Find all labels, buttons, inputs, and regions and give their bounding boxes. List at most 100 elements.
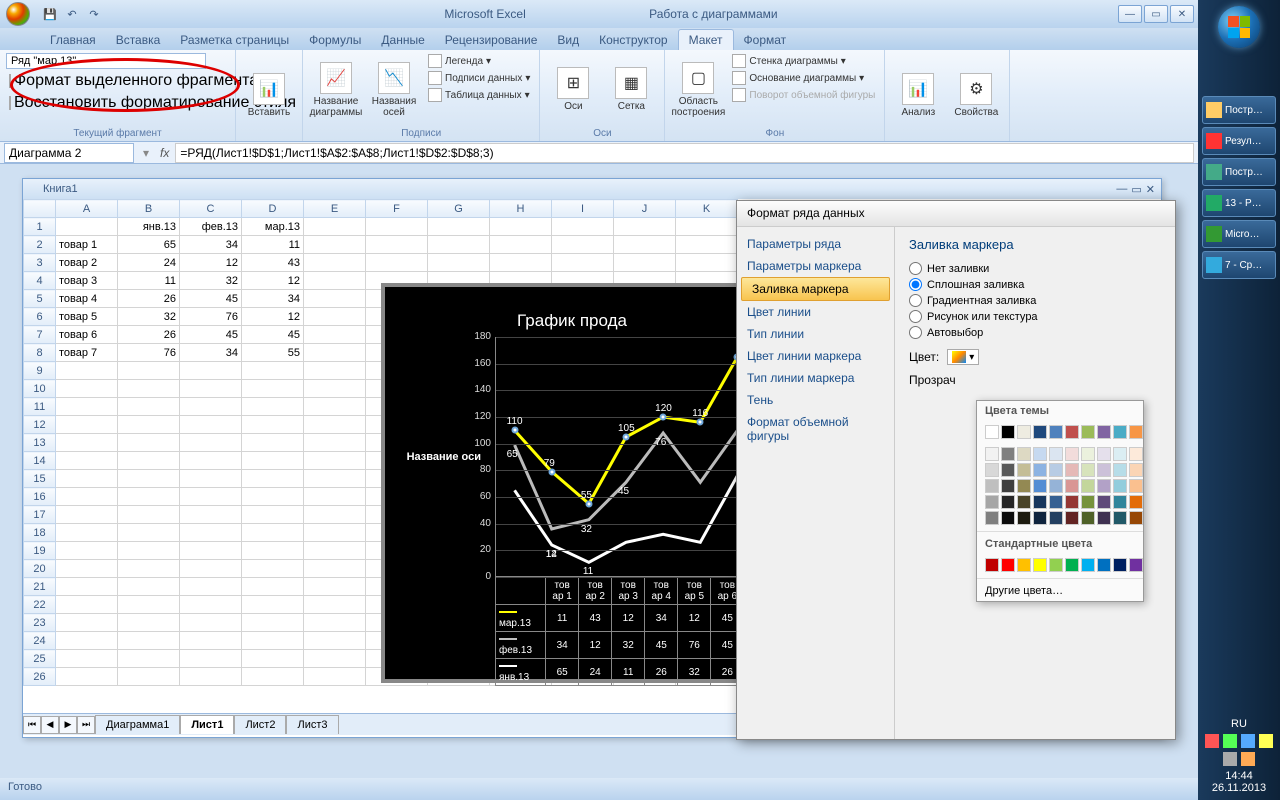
next-sheet-button[interactable]: ▶: [59, 716, 77, 734]
color-swatch[interactable]: [1065, 463, 1079, 477]
rotation-button[interactable]: Поворот объемной фигуры: [729, 87, 878, 103]
chart-object[interactable]: График прода Название оси 11079551051201…: [381, 283, 763, 683]
color-swatch[interactable]: [1001, 495, 1015, 509]
dialog-nav-item[interactable]: Формат объемной фигуры: [737, 411, 894, 447]
color-swatch[interactable]: [1129, 511, 1143, 525]
color-swatch[interactable]: [1113, 425, 1127, 439]
formula-input[interactable]: =РЯД(Лист1!$D$1;Лист1!$A$2:$A$8;Лист1!$D…: [175, 143, 1194, 163]
axes-button[interactable]: ⊞Оси: [546, 53, 600, 126]
taskbar-item[interactable]: Постр…: [1202, 96, 1276, 124]
insert-button[interactable]: 📊Вставить: [242, 53, 296, 137]
tray-icon[interactable]: [1241, 752, 1255, 766]
color-swatch[interactable]: [985, 425, 999, 439]
tab-Главная[interactable]: Главная: [40, 30, 106, 50]
clock-time[interactable]: 14:44: [1198, 770, 1280, 782]
tab-Конструктор[interactable]: Конструктор: [589, 30, 677, 50]
tab-Вставка[interactable]: Вставка: [106, 30, 171, 50]
color-swatch[interactable]: [1065, 479, 1079, 493]
lang-indicator[interactable]: RU: [1198, 718, 1280, 730]
color-swatch[interactable]: [1129, 558, 1143, 572]
color-swatch[interactable]: [1097, 558, 1111, 572]
dialog-nav-item[interactable]: Цвет линии маркера: [737, 345, 894, 367]
color-swatch[interactable]: [1049, 447, 1063, 461]
color-swatch[interactable]: [1033, 495, 1047, 509]
color-swatch[interactable]: [1065, 558, 1079, 572]
color-swatch[interactable]: [1033, 479, 1047, 493]
fx-icon[interactable]: fx: [154, 146, 175, 160]
color-swatch[interactable]: [1081, 447, 1095, 461]
color-swatch[interactable]: [1113, 447, 1127, 461]
fill-radio[interactable]: Рисунок или текстура: [909, 310, 1161, 323]
color-swatch[interactable]: [1081, 463, 1095, 477]
tab-Рецензирование[interactable]: Рецензирование: [435, 30, 548, 50]
color-swatch[interactable]: [1065, 447, 1079, 461]
color-swatch[interactable]: [985, 463, 999, 477]
tab-Вид[interactable]: Вид: [547, 30, 589, 50]
color-swatch[interactable]: [1081, 495, 1095, 509]
color-swatch[interactable]: [1049, 495, 1063, 509]
dialog-nav-item[interactable]: Параметры ряда: [737, 233, 894, 255]
color-swatch[interactable]: [1097, 425, 1111, 439]
color-swatch[interactable]: [1081, 511, 1095, 525]
color-swatch[interactable]: [1001, 425, 1015, 439]
axis-titles-button[interactable]: 📉Названия осей: [367, 53, 421, 126]
fill-radio[interactable]: Градиентная заливка: [909, 294, 1161, 307]
start-button[interactable]: [1218, 6, 1260, 48]
sheet-tab-Диаграмма1[interactable]: Диаграмма1: [95, 715, 180, 734]
fill-radio[interactable]: Нет заливки: [909, 262, 1161, 275]
qat-save[interactable]: 💾: [40, 4, 60, 24]
color-swatch[interactable]: [1001, 558, 1015, 572]
color-swatch[interactable]: [1033, 558, 1047, 572]
color-swatch[interactable]: [1065, 495, 1079, 509]
color-swatch[interactable]: [1001, 463, 1015, 477]
color-swatch[interactable]: [1113, 463, 1127, 477]
color-swatch[interactable]: [1049, 479, 1063, 493]
tray-icon[interactable]: [1223, 734, 1237, 748]
wb-restore[interactable]: ▭: [1131, 183, 1141, 196]
dialog-nav-item[interactable]: Параметры маркера: [737, 255, 894, 277]
wb-close[interactable]: ✕: [1146, 183, 1155, 196]
dialog-nav-item[interactable]: Тип линии маркера: [737, 367, 894, 389]
color-swatch[interactable]: [1129, 495, 1143, 509]
color-swatch[interactable]: [1129, 479, 1143, 493]
tab-Разметка страницы[interactable]: Разметка страницы: [170, 30, 299, 50]
chart-floor-button[interactable]: Основание диаграммы ▾: [729, 70, 878, 86]
first-sheet-button[interactable]: ⏮: [23, 716, 41, 734]
taskbar-item[interactable]: Micro…: [1202, 220, 1276, 248]
color-swatch[interactable]: [1129, 447, 1143, 461]
wb-minimize[interactable]: —: [1116, 183, 1127, 196]
color-swatch[interactable]: [1097, 447, 1111, 461]
color-swatch[interactable]: [1017, 495, 1031, 509]
color-swatch[interactable]: [1129, 463, 1143, 477]
sheet-tab-Лист1[interactable]: Лист1: [180, 715, 234, 734]
color-swatch[interactable]: [1017, 558, 1031, 572]
data-labels-button[interactable]: Подписи данных ▾: [425, 70, 533, 86]
color-swatch[interactable]: [1033, 511, 1047, 525]
office-button[interactable]: [0, 0, 36, 28]
color-swatch[interactable]: [1097, 495, 1111, 509]
color-swatch[interactable]: [1113, 479, 1127, 493]
analysis-button[interactable]: 📊Анализ: [891, 53, 945, 137]
restore-button[interactable]: ▭: [1144, 5, 1168, 23]
dialog-nav-item[interactable]: Заливка маркера: [741, 277, 890, 301]
dialog-nav-item[interactable]: Тип линии: [737, 323, 894, 345]
fill-radio[interactable]: Автовыбор: [909, 326, 1161, 339]
tray-icon[interactable]: [1205, 734, 1219, 748]
data-table-button[interactable]: Таблица данных ▾: [425, 87, 533, 103]
color-swatch[interactable]: [1113, 558, 1127, 572]
color-swatch[interactable]: [1097, 479, 1111, 493]
color-swatch[interactable]: [1097, 511, 1111, 525]
minimize-button[interactable]: —: [1118, 5, 1142, 23]
chart-wall-button[interactable]: Стенка диаграммы ▾: [729, 53, 878, 69]
color-swatch[interactable]: [985, 479, 999, 493]
color-swatch[interactable]: [1049, 463, 1063, 477]
color-swatch[interactable]: [1001, 511, 1015, 525]
tab-Формулы[interactable]: Формулы: [299, 30, 371, 50]
name-box[interactable]: Диаграмма 2: [4, 143, 134, 163]
color-swatch[interactable]: [1001, 479, 1015, 493]
dialog-nav-item[interactable]: Цвет линии: [737, 301, 894, 323]
tray-icon[interactable]: [1241, 734, 1255, 748]
sheet-tab-Лист2[interactable]: Лист2: [234, 715, 286, 734]
taskbar-item[interactable]: Постр…: [1202, 158, 1276, 186]
color-swatch[interactable]: [1017, 425, 1031, 439]
